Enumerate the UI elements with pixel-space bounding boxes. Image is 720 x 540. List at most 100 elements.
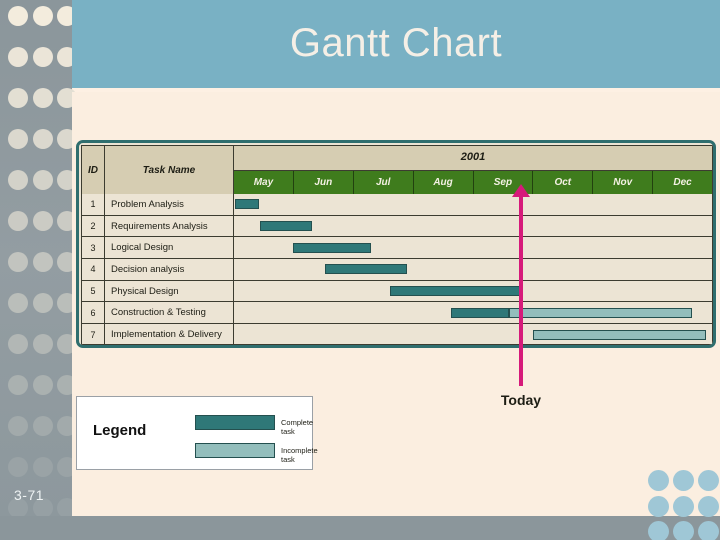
decorative-dot xyxy=(8,211,28,231)
decorative-dot xyxy=(33,170,53,190)
decorative-dot xyxy=(33,334,53,354)
header-cell-task-name: Task Name xyxy=(105,146,234,194)
task-name: Requirements Analysis xyxy=(105,215,234,237)
task-bar-complete xyxy=(451,307,510,318)
slide-number: 3-71 xyxy=(14,487,45,503)
header-label-year: 2001 xyxy=(460,151,486,163)
decorative-dot xyxy=(673,521,694,540)
task-id: 7 xyxy=(82,324,105,345)
task-track xyxy=(234,324,712,345)
task-id: 3 xyxy=(82,237,105,259)
gantt-header: ID Task Name 2001 May Jun Jul Aug Sep Oct Nov D… xyxy=(82,146,712,194)
decorative-dot xyxy=(8,416,28,436)
month-header-oct: Oct xyxy=(533,171,594,194)
left-decorative-band xyxy=(0,0,77,518)
task-id: 5 xyxy=(82,280,105,302)
decorative-dot xyxy=(33,375,53,395)
task-name: Decision analysis xyxy=(105,259,234,280)
task-bar-complete xyxy=(324,264,408,275)
task-id: 1 xyxy=(82,194,105,215)
task-track xyxy=(234,302,712,323)
task-bar-complete xyxy=(293,242,371,253)
legend-label: Complete task xyxy=(281,418,314,436)
decorative-dot xyxy=(33,88,53,108)
decorative-dot xyxy=(673,496,694,517)
task-bar-complete xyxy=(260,221,313,232)
header-label-id: ID xyxy=(88,164,98,176)
today-marker-line xyxy=(519,190,523,386)
task-name: Construction & Testing xyxy=(105,302,234,324)
task-id: 4 xyxy=(82,259,105,280)
task-id: 2 xyxy=(82,215,105,237)
legend-title: Legend xyxy=(93,422,147,439)
month-header-nov: Nov xyxy=(593,171,654,194)
month-header-jul: Jul xyxy=(353,171,414,194)
decorative-dot xyxy=(8,170,28,190)
gantt-chart: ID Task Name 2001 May Jun Jul Aug Sep Oct Nov D… xyxy=(76,140,716,348)
decorative-dot xyxy=(698,470,719,491)
decorative-dot xyxy=(673,470,694,491)
decorative-dot xyxy=(8,47,28,67)
table-row: 3 Logical Design xyxy=(82,237,712,260)
task-track xyxy=(234,281,712,302)
table-row: 6 Construction & Testing xyxy=(82,302,712,325)
decorative-dot xyxy=(33,47,53,67)
gantt-grid: ID Task Name 2001 May Jun Jul Aug Sep Oct Nov D… xyxy=(81,145,713,345)
decorative-dot xyxy=(648,521,669,540)
task-name: Logical Design xyxy=(105,237,234,259)
decorative-dot xyxy=(8,88,28,108)
table-row: 5 Physical Design xyxy=(82,280,712,303)
task-name: Problem Analysis xyxy=(105,194,234,215)
legend-box: Legend Complete task Incomplete task xyxy=(76,396,318,470)
table-row: 4 Decision analysis xyxy=(82,259,712,281)
today-label: Today xyxy=(500,392,542,408)
decorative-dot xyxy=(648,470,669,491)
month-header-aug: Aug xyxy=(413,171,474,194)
page-title: Gantt Chart xyxy=(289,21,503,65)
decorative-dot xyxy=(648,496,669,517)
decorative-dot xyxy=(33,457,53,477)
task-track xyxy=(234,237,712,258)
task-id: 6 xyxy=(82,302,105,324)
header-month-row: May Jun Jul Aug Sep Oct Nov Dec xyxy=(234,171,712,194)
left-dot-pattern xyxy=(0,0,77,518)
slide: Gantt Chart ID Task Name 2001 May Jun Jul A… xyxy=(0,0,720,540)
month-header-dec: Dec xyxy=(653,171,712,194)
table-row: 2 Requirements Analysis xyxy=(82,215,712,238)
task-bar-incomplete xyxy=(509,307,692,318)
decorative-dot xyxy=(33,6,53,26)
decorative-dot xyxy=(33,211,53,231)
month-header-may: May xyxy=(234,171,294,194)
task-track xyxy=(234,259,712,280)
decorative-dot xyxy=(698,496,719,517)
legend-label: Incomplete task xyxy=(281,446,318,464)
task-bar-complete xyxy=(389,286,523,297)
decorative-dot xyxy=(33,293,53,313)
header-label-task-name: Task Name xyxy=(142,164,196,176)
table-row: 7 Implementation & Delivery xyxy=(82,324,712,345)
decorative-dot xyxy=(8,6,28,26)
legend-swatch-incomplete xyxy=(195,443,275,458)
decorative-dot xyxy=(33,416,53,436)
decorative-dot xyxy=(8,293,28,313)
decorative-dot xyxy=(8,457,28,477)
gantt-rows: 1 Problem Analysis 2 Requirements Analysis 3… xyxy=(82,194,712,345)
today-arrow-icon xyxy=(512,184,530,197)
decorative-dot xyxy=(8,334,28,354)
table-row: 1 Problem Analysis xyxy=(82,194,712,216)
header-cell-year: 2001 xyxy=(234,146,712,171)
month-header-jun: Jun xyxy=(293,171,354,194)
decorative-dot xyxy=(33,252,53,272)
header-cell-id: ID xyxy=(82,146,105,194)
task-bar-complete xyxy=(234,199,259,210)
legend-swatch-complete xyxy=(195,415,275,430)
decorative-dot xyxy=(8,375,28,395)
task-track xyxy=(234,194,712,215)
decorative-dot xyxy=(698,521,719,540)
task-name: Physical Design xyxy=(105,280,234,302)
decorative-dot xyxy=(33,129,53,149)
task-track xyxy=(234,216,712,237)
decorative-dot xyxy=(8,252,28,272)
task-name: Implementation & Delivery xyxy=(105,324,234,345)
footer-band xyxy=(0,516,720,540)
